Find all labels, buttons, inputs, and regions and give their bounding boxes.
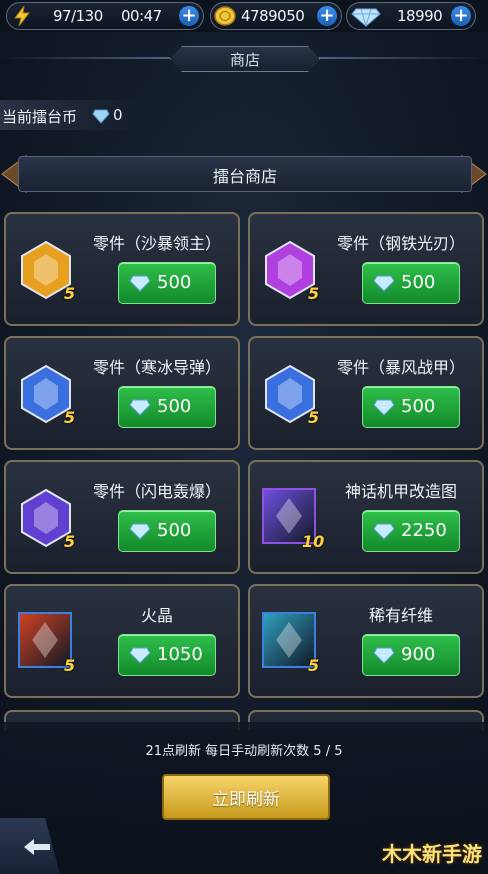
item-quantity: 5 — [308, 408, 320, 427]
back-arrow-icon — [22, 835, 54, 865]
item-price: 900 — [401, 644, 436, 665]
item-price: 1050 — [157, 644, 203, 665]
gold-coin-icon — [213, 5, 237, 31]
buy-button[interactable]: 1050 — [118, 634, 216, 676]
item-name: 零件（闪电轰爆） — [92, 482, 221, 501]
refresh-now-label: 立即刷新 — [212, 790, 280, 810]
add-diamond-button[interactable]: + — [451, 6, 471, 26]
item-quantity: 5 — [308, 284, 320, 303]
buy-button[interactable]: 500 — [362, 386, 460, 428]
watermark: 木木新手游 — [382, 842, 482, 866]
shop-item-card[interactable]: 5 零件（寒冰导弹） 500 — [4, 336, 240, 450]
shop-item-card[interactable]: 10 神话机甲改造图 2250 — [248, 460, 484, 574]
diamond-value: 18990 — [397, 7, 443, 25]
item-name: 零件（寒冰导弹） — [92, 358, 221, 377]
item-name: 稀有纤维 — [368, 606, 433, 625]
gold-value: 4789050 — [241, 7, 305, 25]
crystal-icon — [92, 108, 110, 128]
item-name: 火晶 — [140, 606, 173, 625]
refresh-now-button[interactable]: 立即刷新 — [162, 774, 330, 820]
item-name: 零件（暴风战甲） — [336, 358, 465, 377]
crystal-icon — [129, 274, 151, 296]
gold-pill: 4789050 + — [210, 2, 342, 30]
diamond-pill: 18990 + — [346, 2, 476, 30]
energy-timer: 00:47 — [121, 7, 162, 25]
energy-pill: 97/130 00:47 + — [6, 2, 204, 30]
section-title: 擂台商店 — [212, 167, 277, 186]
buy-button[interactable]: 500 — [118, 262, 216, 304]
item-name: 零件（钢铁光刃） — [336, 234, 465, 253]
arena-coin-label: 当前擂台币 — [2, 108, 78, 126]
section-header: 擂台商店 — [18, 156, 472, 192]
buy-button[interactable]: 500 — [118, 386, 216, 428]
add-energy-button[interactable]: + — [179, 6, 199, 26]
item-quantity: 10 — [302, 532, 325, 551]
item-quantity: 5 — [64, 284, 76, 303]
crystal-icon — [373, 398, 395, 420]
buy-button[interactable]: 900 — [362, 634, 460, 676]
item-name: 零件（沙暴领主） — [92, 234, 221, 253]
arena-coin-value: 0 — [113, 106, 123, 124]
refresh-info: 21点刷新 每日手动刷新次数 5 / 5 — [145, 744, 343, 759]
item-price: 500 — [157, 396, 192, 417]
item-quantity: 5 — [64, 532, 76, 551]
page-title-text: 商店 — [229, 51, 260, 69]
add-gold-button[interactable]: + — [317, 6, 337, 26]
buy-button[interactable]: 500 — [362, 262, 460, 304]
item-price: 2250 — [401, 520, 447, 541]
arena-coin-balance: 当前擂台币 0 — [0, 100, 140, 130]
crystal-icon — [373, 646, 395, 668]
header-divider-right — [318, 57, 488, 59]
crystal-icon — [373, 522, 395, 544]
shop-item-card[interactable]: 5 零件（沙暴领主） 500 — [4, 212, 240, 326]
buy-button[interactable]: 500 — [118, 510, 216, 552]
item-name: 神话机甲改造图 — [344, 482, 457, 501]
diamond-icon — [351, 5, 381, 31]
lightning-icon — [11, 5, 33, 31]
crystal-icon — [129, 398, 151, 420]
shop-item-card[interactable]: 5 稀有纤维 900 — [248, 584, 484, 698]
crystal-icon — [129, 646, 151, 668]
page-title: 商店 — [170, 46, 320, 72]
resource-bar: 97/130 00:47 + 4789050 + 18990 + — [0, 0, 488, 32]
crystal-icon — [129, 522, 151, 544]
shop-item-card[interactable]: 5 零件（钢铁光刃） 500 — [248, 212, 484, 326]
item-quantity: 5 — [64, 408, 76, 427]
header-divider-left — [0, 57, 170, 59]
crystal-icon — [373, 274, 395, 296]
shop-item-card[interactable]: 5 零件（暴风战甲） 500 — [248, 336, 484, 450]
energy-value: 97/130 — [53, 7, 103, 25]
shop-item-card[interactable]: 5 火晶 1050 — [4, 584, 240, 698]
item-price: 500 — [157, 272, 192, 293]
item-price: 500 — [401, 272, 436, 293]
item-price: 500 — [401, 396, 436, 417]
buy-button[interactable]: 2250 — [362, 510, 460, 552]
item-quantity: 5 — [308, 656, 320, 675]
item-quantity: 5 — [64, 656, 76, 675]
item-price: 500 — [157, 520, 192, 541]
shop-item-card[interactable]: 5 零件（闪电轰爆） 500 — [4, 460, 240, 574]
